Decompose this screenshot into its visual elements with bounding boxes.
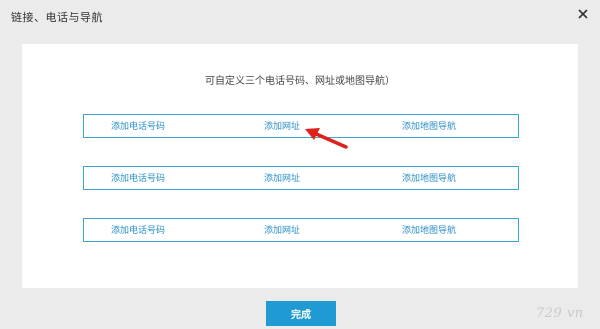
instruction-text: 可自定义三个电话号码、网址或地图导航）: [205, 76, 395, 87]
add-phone-link[interactable]: 添加电话号码: [111, 171, 165, 184]
add-website-link[interactable]: 添加网址: [264, 119, 300, 132]
red-arrow-icon: [300, 125, 350, 151]
link-row-2: 添加电话号码 添加网址 添加地图导航: [83, 166, 519, 190]
link-row-3: 添加电话号码 添加网址 添加地图导航: [83, 218, 519, 242]
add-phone-link[interactable]: 添加电话号码: [111, 119, 165, 132]
close-icon[interactable]: [574, 5, 592, 23]
done-button[interactable]: 完成: [266, 301, 336, 326]
add-map-navigation-link[interactable]: 添加地图导航: [402, 223, 456, 236]
watermark: 729 vn: [536, 306, 584, 321]
dialog: 链接、电话与导航 可自定义三个电话号码、网址或地图导航） 添加电话号码 添加网址…: [0, 0, 600, 329]
add-website-link[interactable]: 添加网址: [264, 223, 300, 236]
content-panel: 可自定义三个电话号码、网址或地图导航） 添加电话号码 添加网址 添加地图导航 添…: [22, 44, 578, 288]
add-website-link[interactable]: 添加网址: [264, 171, 300, 184]
add-map-navigation-link[interactable]: 添加地图导航: [402, 119, 456, 132]
dialog-title: 链接、电话与导航: [11, 11, 103, 24]
add-map-navigation-link[interactable]: 添加地图导航: [402, 171, 456, 184]
add-phone-link[interactable]: 添加电话号码: [111, 223, 165, 236]
